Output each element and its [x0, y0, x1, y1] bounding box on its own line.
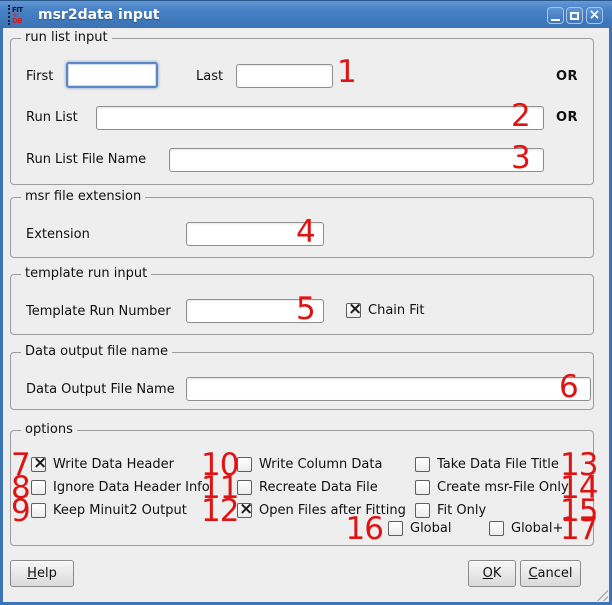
close-button[interactable]: × [586, 7, 603, 24]
group-title-template: template run input [21, 266, 151, 281]
chain-fit-label: Chain Fit [368, 303, 425, 319]
run-list-file-name-label: Run List File Name [26, 152, 146, 168]
open-files-after-fitting-checkbox[interactable] [237, 503, 252, 518]
global-plus-checkbox[interactable] [489, 521, 504, 536]
run-list-label: Run List [26, 110, 78, 126]
or-label-2: OR [556, 110, 578, 126]
window-title: msr2data input [38, 1, 160, 29]
group-title-extension: msr file extension [21, 189, 145, 204]
run-list-file-name-input[interactable] [169, 148, 544, 172]
write-data-header-label: Write Data Header [53, 457, 174, 473]
first-label: First [26, 69, 53, 85]
titlebar: FIT + DB msr2data input × [0, 0, 612, 28]
take-data-file-title-checkbox[interactable] [415, 457, 430, 472]
group-title-run-list: run list input [21, 30, 112, 45]
help-button[interactable]: Help [10, 560, 74, 587]
write-data-header-checkbox[interactable] [31, 457, 46, 472]
annotation-number-15: 15 [560, 496, 597, 526]
recreate-data-file-label: Recreate Data File [259, 480, 378, 496]
fit-only-label: Fit Only [437, 503, 486, 519]
dialog-content: run list input First Last 1 OR Run List … [3, 28, 609, 602]
group-title-options: options [21, 422, 77, 437]
ok-mnemonic: O [483, 566, 493, 581]
annotation-number-1: 1 [337, 57, 356, 87]
cancel-label-rest: ancel [538, 566, 573, 581]
maximize-icon [570, 12, 579, 20]
group-run-list-input: run list input First Last 1 OR Run List … [10, 38, 594, 185]
last-input[interactable] [236, 64, 333, 88]
global-checkbox[interactable] [388, 521, 403, 536]
app-icon: FIT + DB [8, 5, 28, 25]
data-output-file-name-label: Data Output File Name [26, 382, 175, 398]
template-run-number-input[interactable] [186, 299, 324, 323]
extension-label: Extension [26, 227, 90, 243]
group-template-run-input: template run input Template Run Number 5… [10, 274, 594, 335]
keep-minuit2-output-checkbox[interactable] [31, 503, 46, 518]
app-icon-text-db: DB [12, 18, 28, 24]
maximize-button[interactable] [566, 7, 583, 24]
group-msr-file-extension: msr file extension Extension 4 [10, 197, 594, 258]
group-title-data-output: Data output file name [21, 344, 172, 359]
annotation-number-13: 13 [560, 450, 597, 480]
last-label: Last [196, 69, 223, 85]
global-plus-label: Global+ [511, 521, 563, 537]
write-column-data-label: Write Column Data [259, 457, 382, 473]
group-options: options 7 Write Data Header 10 Write Col… [10, 430, 594, 546]
ok-label-rest: K [493, 566, 502, 581]
open-files-after-fitting-label: Open Files after Fitting [259, 503, 406, 519]
ignore-data-header-info-checkbox[interactable] [31, 480, 46, 495]
create-msr-file-only-checkbox[interactable] [415, 480, 430, 495]
cancel-mnemonic: C [528, 566, 537, 581]
recreate-data-file-checkbox[interactable] [237, 480, 252, 495]
annotation-number-7: 7 [11, 450, 29, 480]
template-run-number-label: Template Run Number [26, 304, 171, 320]
chain-fit-checkbox[interactable] [346, 303, 361, 318]
annotation-number-8: 8 [11, 473, 29, 503]
cancel-button[interactable]: Cancel [520, 560, 581, 587]
ignore-data-header-info-label: Ignore Data Header Info [53, 480, 210, 496]
first-input[interactable] [66, 62, 158, 88]
help-label-rest: elp [37, 566, 57, 581]
minimize-button[interactable] [547, 7, 564, 24]
annotation-number-9: 9 [11, 496, 29, 526]
annotation-number-10: 10 [201, 450, 233, 480]
global-label: Global [410, 521, 451, 537]
annotation-number-12: 12 [201, 496, 233, 526]
extension-input[interactable] [186, 222, 324, 246]
write-column-data-checkbox[interactable] [237, 457, 252, 472]
help-mnemonic: H [27, 566, 37, 581]
run-list-input[interactable] [96, 106, 544, 130]
annotation-number-17: 17 [560, 514, 597, 544]
minimize-icon [551, 19, 560, 21]
close-icon: × [589, 8, 601, 23]
fit-only-checkbox[interactable] [415, 503, 430, 518]
data-output-file-name-input[interactable] [186, 377, 591, 401]
resize-grip[interactable] [594, 587, 608, 601]
dialog-window: FIT + DB msr2data input × run list input… [0, 0, 612, 605]
take-data-file-title-label: Take Data File Title [437, 457, 559, 473]
or-label-1: OR [556, 69, 578, 85]
create-msr-file-only-label: Create msr-File Only [437, 480, 569, 496]
ok-button[interactable]: OK [468, 560, 516, 587]
group-data-output: Data output file name Data Output File N… [10, 352, 594, 410]
keep-minuit2-output-label: Keep Minuit2 Output [53, 503, 187, 519]
